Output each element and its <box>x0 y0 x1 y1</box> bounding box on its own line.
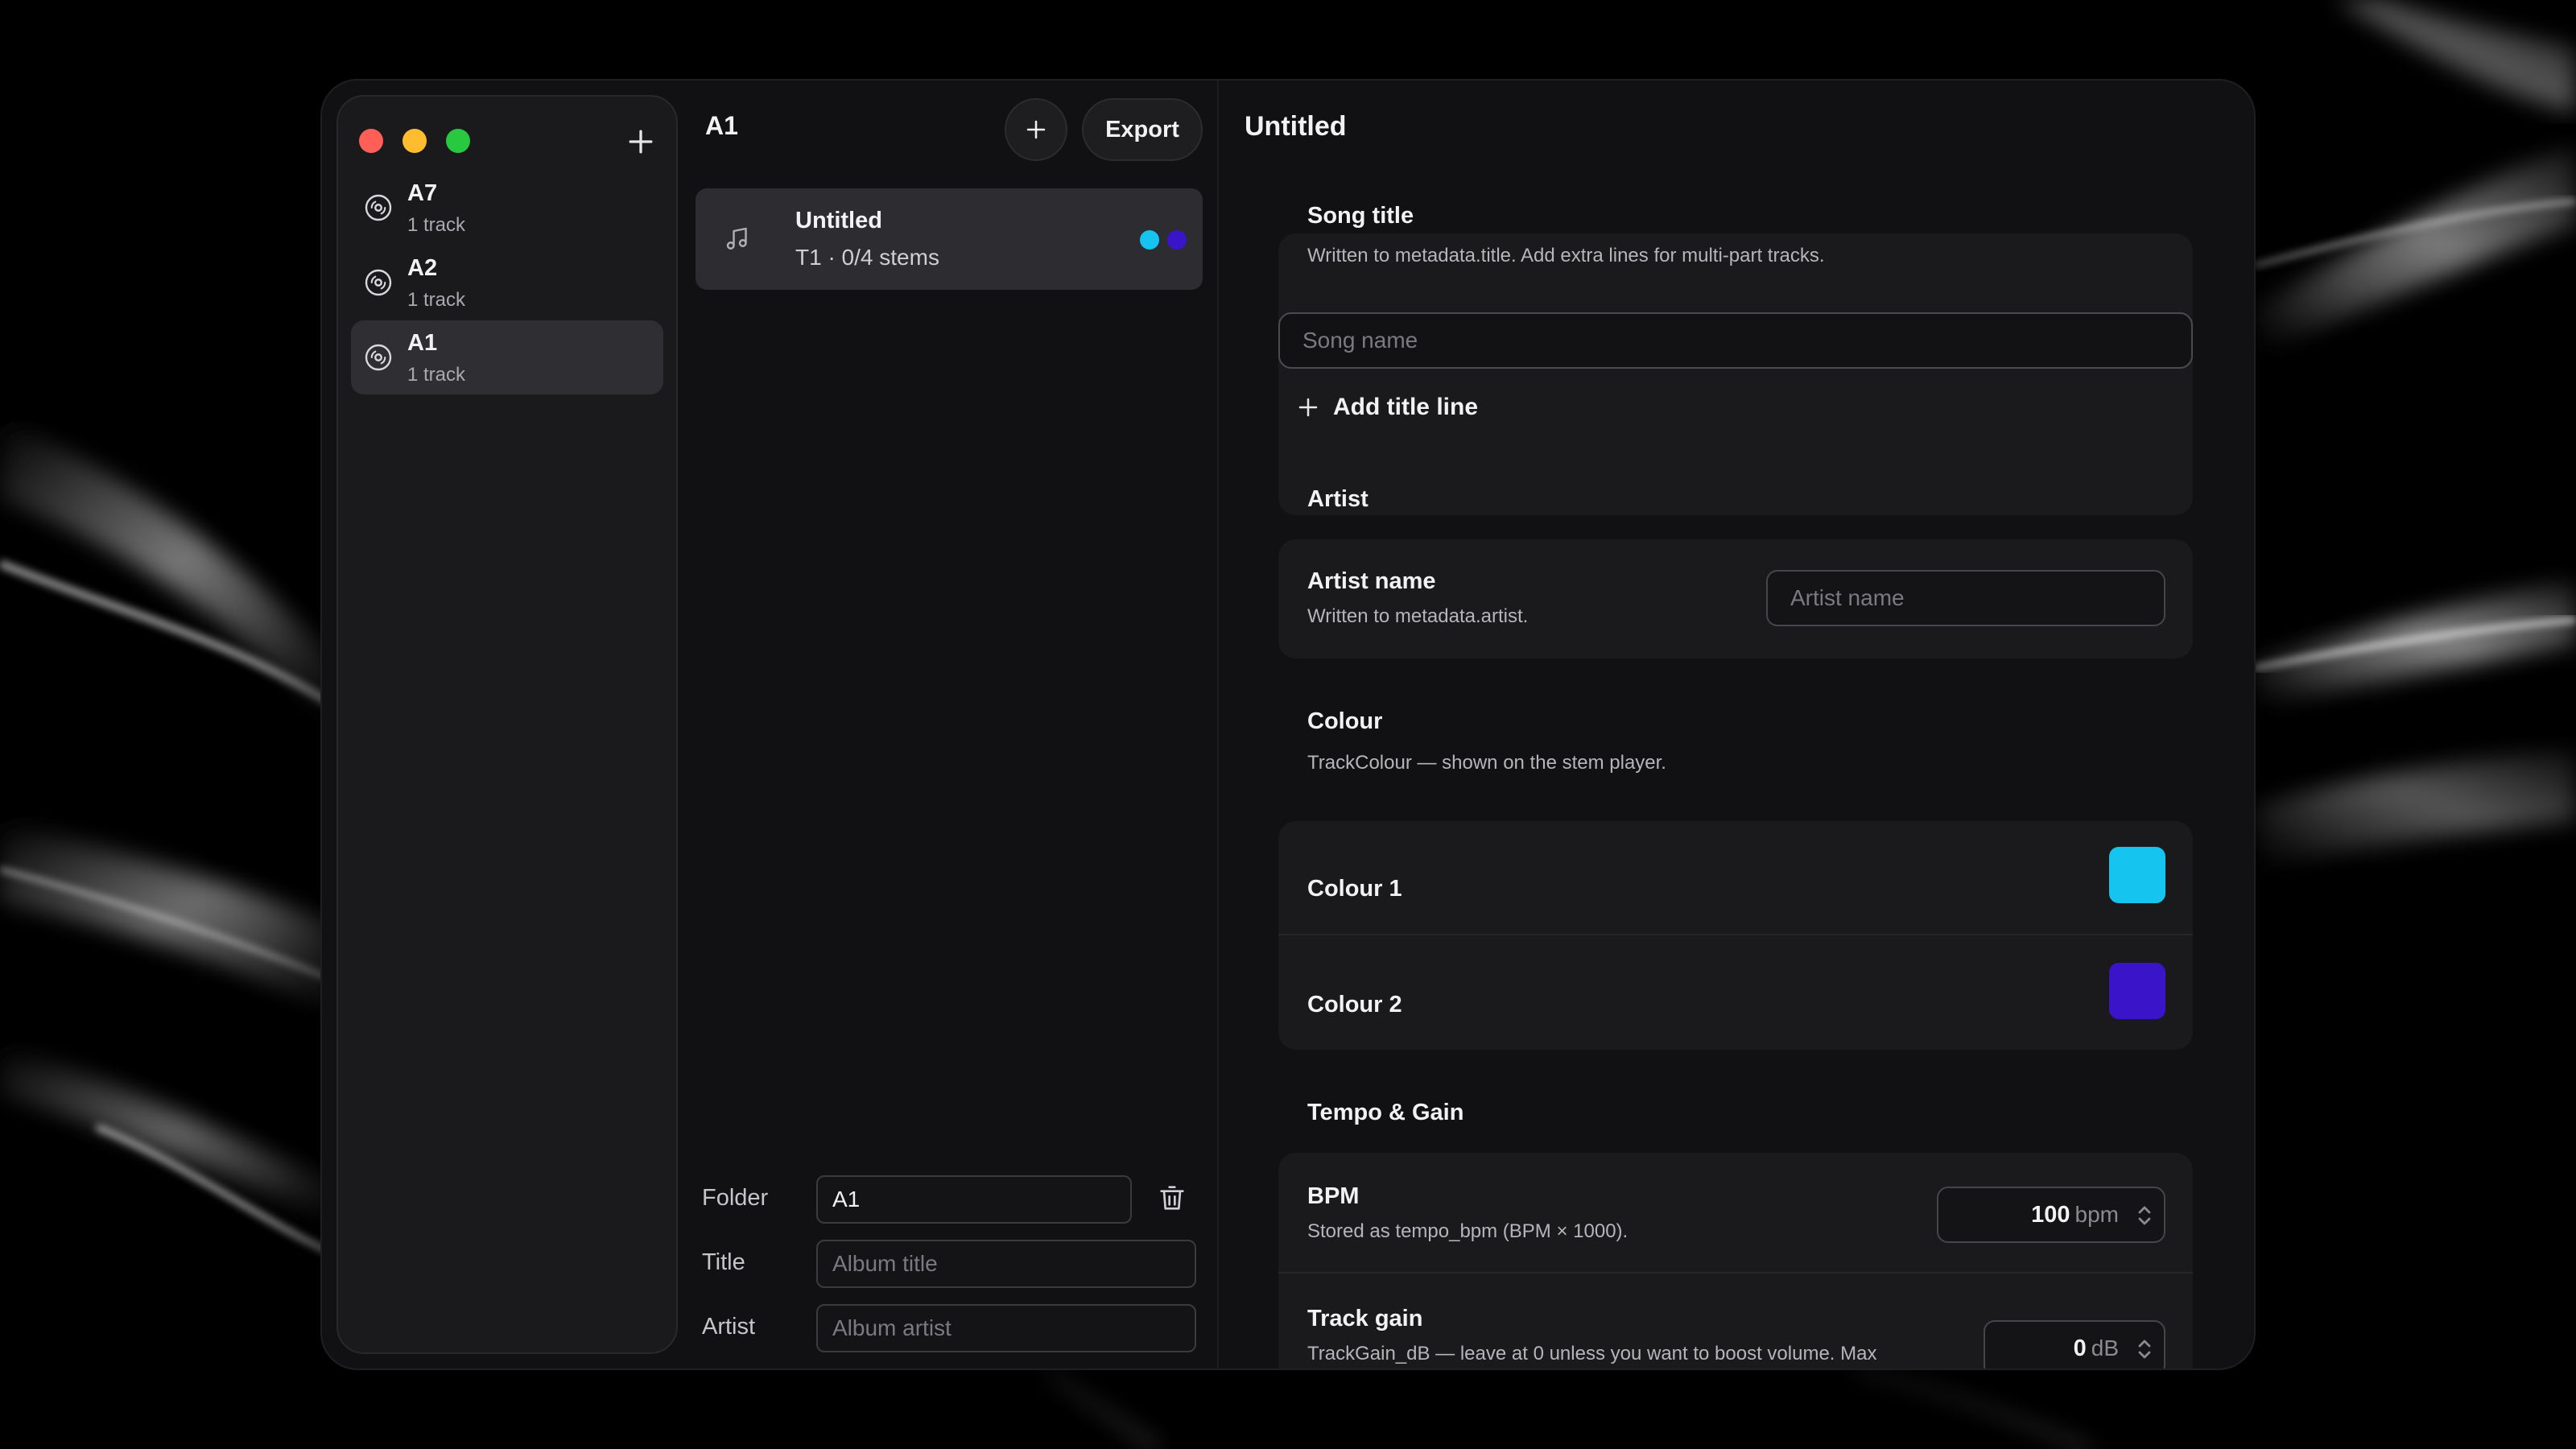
artist-name-description: Written to metadata.artist. <box>1307 605 1529 627</box>
close-window-button[interactable] <box>359 129 383 153</box>
folder-name-input[interactable]: A1 <box>816 1175 1132 1224</box>
bpm-unit: bpm <box>2074 1202 2119 1227</box>
disc-icon <box>365 269 392 296</box>
track-gain-stepper[interactable]: 0 dB <box>1984 1320 2165 1368</box>
zoom-window-button[interactable] <box>446 129 470 153</box>
colour-panel <box>1278 821 2193 1050</box>
song-title-heading: Song title <box>1307 203 1414 229</box>
song-title-panel <box>1278 233 2193 515</box>
plus-icon <box>1026 120 1046 139</box>
artist-name-input[interactable]: Artist name <box>1766 570 2165 626</box>
sidebar: A7 1 track A2 1 track A1 1 track <box>336 95 678 1354</box>
sidebar-item-subtitle: 1 track <box>407 289 466 311</box>
album-artist-input[interactable]: Album artist <box>816 1304 1196 1352</box>
bpm-value: 100 <box>2031 1201 2070 1228</box>
window-controls <box>359 129 470 153</box>
plus-icon <box>1298 398 1318 417</box>
song-name-input[interactable]: Song name <box>1278 312 2193 369</box>
row-divider <box>1278 1272 2193 1274</box>
sidebar-item-title: A7 <box>407 180 438 206</box>
colour-2-swatch[interactable] <box>2109 963 2165 1019</box>
track-gain-value: 0 <box>2073 1335 2087 1361</box>
title-label: Title <box>702 1249 745 1275</box>
track-gain-unit: dB <box>2091 1335 2119 1360</box>
add-track-button[interactable] <box>1005 98 1067 161</box>
folder-title: A1 <box>705 111 738 140</box>
artist-label: Artist <box>702 1314 756 1340</box>
column-divider <box>1217 80 1219 1368</box>
colour-2-label: Colour 2 <box>1307 992 1402 1018</box>
bpm-description: Stored as tempo_bpm (BPM × 1000). <box>1307 1220 1629 1242</box>
colour-heading: Colour <box>1307 708 1383 734</box>
sidebar-item-a2[interactable]: A2 1 track <box>351 246 663 320</box>
track-detail-title: Untitled <box>1245 111 1347 142</box>
stepper-arrows-icon[interactable] <box>2135 1199 2154 1232</box>
folder-list: A7 1 track A2 1 track A1 1 track <box>351 171 663 395</box>
music-note-icon <box>726 227 747 250</box>
sidebar-item-subtitle: 1 track <box>407 364 466 386</box>
track-title: Untitled <box>795 208 882 233</box>
add-title-line-button[interactable]: Add title line <box>1296 390 1478 425</box>
app-window: A7 1 track A2 1 track A1 1 track A1 Expo… <box>322 80 2254 1368</box>
sidebar-item-a7[interactable]: A7 1 track <box>351 171 663 245</box>
folder-label: Folder <box>702 1185 769 1211</box>
bpm-stepper[interactable]: 100 bpm <box>1937 1187 2165 1243</box>
track-list-item[interactable]: Untitled T1 · 0/4 stems <box>696 188 1203 290</box>
track-subtitle: T1 · 0/4 stems <box>795 245 939 270</box>
colour-1-label: Colour 1 <box>1307 876 1402 902</box>
sidebar-item-a1[interactable]: A1 1 track <box>351 320 663 394</box>
sidebar-item-title: A2 <box>407 255 438 281</box>
artist-heading: Artist <box>1307 486 1368 512</box>
add-title-line-label: Add title line <box>1333 394 1478 420</box>
stepper-arrows-icon[interactable] <box>2135 1333 2154 1365</box>
plus-icon[interactable] <box>623 124 658 159</box>
track-colour-2-dot <box>1167 230 1187 250</box>
colour-1-swatch[interactable] <box>2109 847 2165 903</box>
artist-name-label: Artist name <box>1307 568 1436 594</box>
song-title-description: Written to metadata.title. Add extra lin… <box>1307 245 1825 266</box>
tempo-gain-heading: Tempo & Gain <box>1307 1100 1464 1125</box>
minimize-window-button[interactable] <box>402 129 427 153</box>
track-gain-label: Track gain <box>1307 1306 1423 1331</box>
disc-icon <box>365 344 392 371</box>
row-divider <box>1278 934 2193 935</box>
album-title-input[interactable]: Album title <box>816 1240 1196 1288</box>
export-button[interactable]: Export <box>1082 98 1203 161</box>
colour-description: TrackColour — shown on the stem player. <box>1307 752 1666 774</box>
track-colour-1-dot <box>1140 230 1159 250</box>
trash-icon[interactable] <box>1156 1182 1188 1214</box>
bpm-label: BPM <box>1307 1183 1360 1209</box>
track-gain-description: TrackGain_dB — leave at 0 unless you wan… <box>1307 1343 1877 1364</box>
sidebar-item-title: A1 <box>407 330 438 356</box>
disc-icon <box>365 194 392 221</box>
sidebar-item-subtitle: 1 track <box>407 214 466 236</box>
